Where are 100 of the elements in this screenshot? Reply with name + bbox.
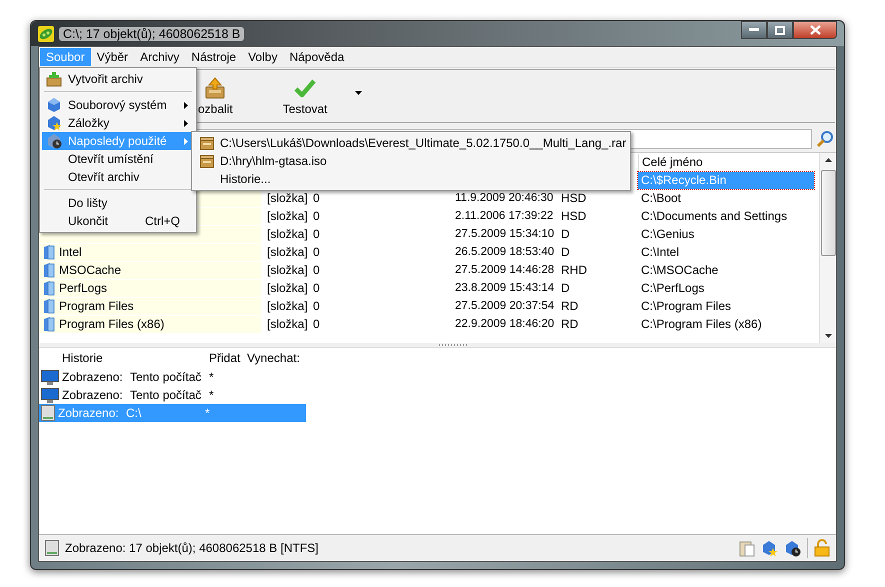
- submenu-arrow-icon: [184, 138, 188, 144]
- menu-item[interactable]: Nápověda: [283, 48, 350, 66]
- table-cell: RHD: [561, 263, 587, 277]
- menu-item[interactable]: Historie...: [196, 170, 626, 188]
- folder-icon: [43, 244, 55, 260]
- table-cell: [složka]: [267, 299, 308, 313]
- bookmark-star-icon[interactable]: [761, 540, 778, 556]
- table-cell: HSD: [561, 209, 586, 223]
- table-cell: [složka]: [267, 191, 308, 205]
- table-cell: 0: [313, 299, 320, 313]
- table-cell[interactable]: C:\Intel: [638, 244, 814, 260]
- clock-icon[interactable]: [784, 540, 801, 556]
- menu-item[interactable]: Archivy: [134, 48, 186, 66]
- maximize-icon: [775, 26, 785, 34]
- app-icon: [38, 26, 54, 42]
- dropdown-caret-icon[interactable]: [355, 91, 362, 95]
- submenu-arrow-icon: [184, 102, 188, 108]
- table-cell: [složka]: [267, 209, 308, 223]
- table-cell: D: [561, 245, 570, 259]
- table-cell: 0: [313, 281, 320, 295]
- menu-item[interactable]: Nástroje: [185, 48, 242, 66]
- column-header[interactable]: Historie: [39, 351, 209, 365]
- file-name: PerfLogs: [59, 281, 108, 295]
- table-cell: 27.5.2009 20:37:54: [455, 300, 554, 312]
- box-arrow-icon: [205, 76, 226, 98]
- history-row[interactable]: Zobrazeno: Tento počítač *: [39, 368, 306, 386]
- file-name: MSOCache: [59, 263, 122, 277]
- menu-item[interactable]: Záložky: [42, 114, 194, 132]
- table-cell: D: [561, 281, 570, 295]
- table-cell: 0: [313, 263, 320, 277]
- lock-icon[interactable]: [814, 539, 830, 557]
- menu-item[interactable]: Otevřít archiv: [42, 168, 194, 186]
- scroll-up-arrow-icon[interactable]: [824, 158, 832, 162]
- column-header[interactable]: Přidat: [209, 351, 247, 365]
- table-cell[interactable]: C:\Program Files: [638, 298, 814, 314]
- table-cell: D: [561, 227, 570, 241]
- table-cell[interactable]: C:\PerfLogs: [638, 280, 814, 296]
- table-cell: 11.9.2009 20:46:30: [455, 192, 554, 204]
- bookmark-star-icon: [46, 115, 62, 131]
- menu-item[interactable]: D:\hry\hlm-gtasa.iso: [196, 152, 626, 170]
- table-cell[interactable]: C:\MSOCache: [638, 262, 814, 278]
- history-row[interactable]: Zobrazeno: Tento počítač *: [39, 386, 306, 404]
- close-button[interactable]: [793, 21, 837, 39]
- table-cell: 23.8.2009 15:43:14: [455, 282, 554, 294]
- archive-icon: [200, 154, 214, 168]
- menu-item[interactable]: Do lišty: [42, 194, 194, 212]
- maximize-button[interactable]: [767, 21, 793, 39]
- archive-add-icon: [46, 71, 62, 87]
- clock-icon: [46, 133, 62, 149]
- menu-item[interactable]: Otevřít umístění: [42, 150, 194, 168]
- table-cell[interactable]: C:\Documents and Settings: [638, 208, 814, 224]
- table-cell: 0: [313, 245, 320, 259]
- folder-icon: [43, 280, 55, 296]
- table-cell: HSD: [561, 191, 586, 205]
- table-cell: [složka]: [267, 317, 308, 331]
- table-cell[interactable]: C:\Boot: [638, 190, 814, 206]
- menu-item[interactable]: C:\Users\Lukáš\Downloads\Everest_Ultimate_5.02.1750.0__Multi_Lang_.rar: [196, 134, 626, 152]
- menu-item[interactable]: Souborový systém: [42, 96, 194, 114]
- close-icon: [810, 25, 820, 35]
- table-cell: 0: [313, 191, 320, 205]
- scrollbar[interactable]: [819, 153, 836, 343]
- toolbar-button[interactable]: Testovat: [280, 72, 330, 120]
- table-cell: 22.9.2009 18:46:20: [455, 318, 554, 330]
- table-cell: 27.5.2009 15:34:10: [455, 228, 554, 240]
- menu-item[interactable]: Volby: [242, 48, 284, 66]
- table-cell: [složka]: [267, 281, 308, 295]
- search-icon[interactable]: [816, 130, 834, 148]
- table-cell: 26.5.2009 18:53:40: [455, 246, 554, 258]
- menu-item[interactable]: Ukončit Ctrl+Q: [42, 212, 194, 230]
- table-cell: 0: [313, 317, 320, 331]
- table-cell: 0: [313, 227, 320, 241]
- clipboard-icon[interactable]: [739, 540, 755, 556]
- monitor-icon: [41, 370, 59, 384]
- table-cell: 0: [313, 209, 320, 223]
- column-header[interactable]: Vynechat:: [247, 351, 300, 365]
- minimize-button[interactable]: [741, 21, 767, 39]
- table-cell: 2.11.2006 17:39:22: [455, 210, 554, 222]
- table-cell: [složka]: [267, 245, 308, 259]
- table-cell[interactable]: C:\Program Files (x86): [638, 316, 814, 332]
- table-cell: 27.5.2009 14:46:28: [455, 264, 554, 276]
- menu-item[interactable]: Výběr: [90, 48, 134, 66]
- table-cell: [složka]: [267, 263, 308, 277]
- table-cell: RD: [561, 317, 578, 331]
- file-name: Intel: [59, 245, 82, 259]
- window-title: C:\; 17 objekt(ů); 4608062518 B: [59, 26, 244, 40]
- checkmark-icon: [294, 76, 316, 98]
- monitor-icon: [41, 388, 59, 402]
- file-name: Program Files: [59, 299, 134, 313]
- file-name: Program Files (x86): [59, 317, 164, 331]
- minimize-icon: [749, 28, 759, 32]
- menu-item[interactable]: Vytvořit archiv: [42, 70, 194, 88]
- folder-icon: [43, 262, 55, 278]
- folder-icon: [43, 298, 55, 314]
- status-text: Zobrazeno: 17 objekt(ů); 4608062518 B [NTFS]: [65, 541, 318, 555]
- folder-icon: [43, 316, 55, 332]
- table-cell[interactable]: C:\Genius: [638, 226, 814, 242]
- scroll-down-arrow-icon[interactable]: [824, 334, 832, 338]
- table-cell: RD: [561, 299, 578, 313]
- archive-icon: [200, 136, 214, 150]
- submenu-arrow-icon: [184, 120, 188, 126]
